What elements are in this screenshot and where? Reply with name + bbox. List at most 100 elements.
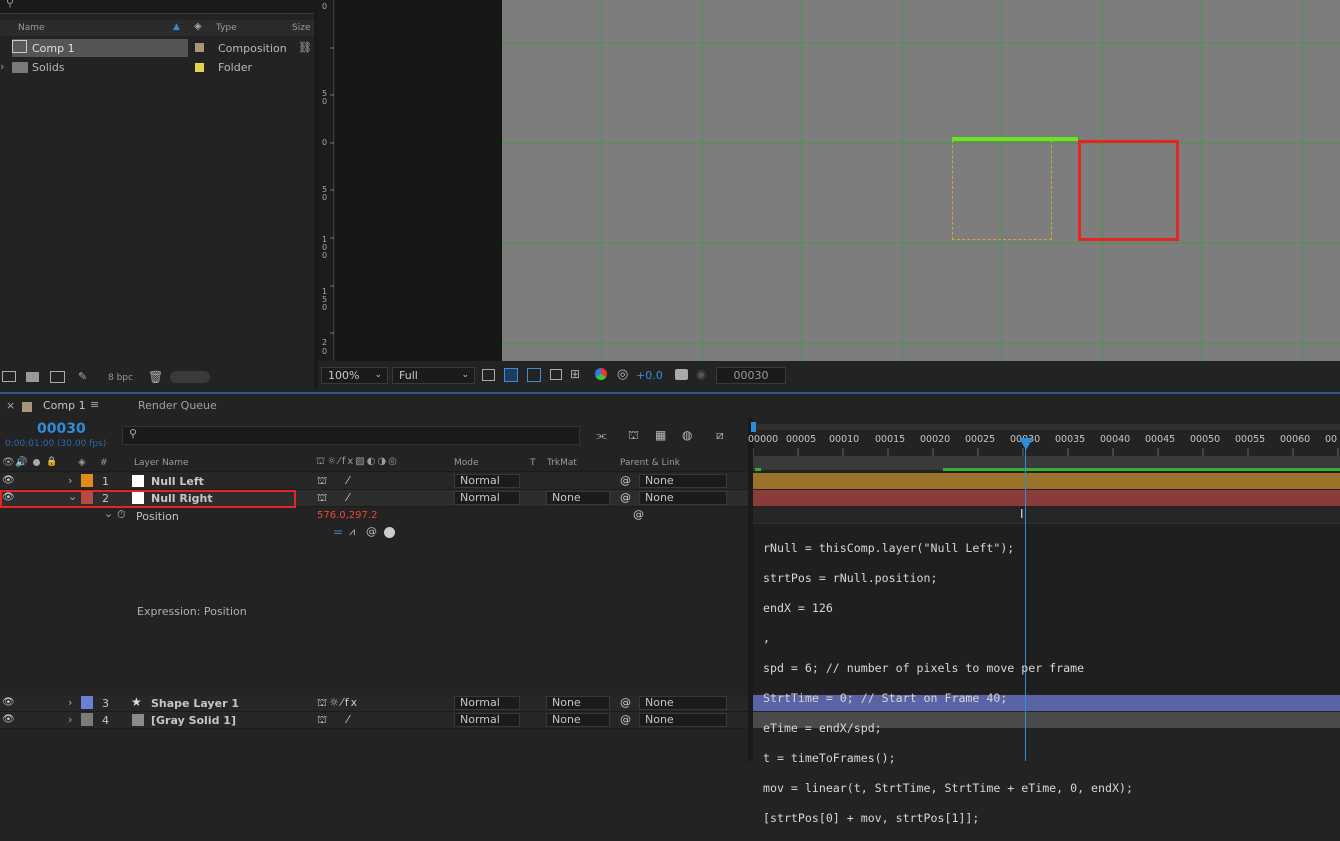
parent-dropdown[interactable]: None — [639, 696, 727, 710]
flowchart-icon[interactable]: ⛓ — [298, 41, 312, 54]
layer-bar-2[interactable] — [753, 490, 1340, 506]
visibility-eye-icon[interactable]: 👁 — [2, 475, 15, 486]
trash-icon[interactable]: 🗑 — [148, 370, 163, 384]
parent-pickwhip-icon[interactable]: @ — [620, 696, 631, 709]
project-item-folder[interactable]: › Solids Folder — [0, 58, 314, 77]
expand-chevron-icon[interactable]: › — [68, 474, 72, 487]
pickwhip-icon[interactable]: @ — [366, 525, 377, 538]
tab-comp-1[interactable]: Comp 1 — [43, 399, 86, 412]
label-tag-icon[interactable]: ◈ — [78, 457, 86, 468]
composition-canvas[interactable] — [502, 0, 1340, 361]
layer-row-3[interactable]: 👁 › 3 ★ Shape Layer 1 ⛫☼⁄fx Normal None … — [0, 695, 748, 712]
layer-row-2[interactable]: 👁 ⌄ 2 Null Right ⛫ ⁄ Normal None @ None — [0, 490, 748, 508]
current-frame-field[interactable]: 00030 — [716, 367, 786, 384]
fast-previews-icon[interactable] — [482, 369, 495, 381]
work-area-bar[interactable] — [753, 456, 1340, 471]
layer-search-input[interactable]: ⚲ — [122, 426, 580, 445]
layer-label-swatch[interactable] — [81, 491, 93, 504]
resolution-dropdown[interactable]: Full ⌄ — [392, 367, 475, 384]
col-mode[interactable]: Mode — [454, 458, 479, 468]
grid-guides-icon[interactable]: ⊞ — [570, 367, 580, 381]
layer-name[interactable]: [Gray Solid 1] — [151, 714, 236, 727]
layer-row-4[interactable]: 👁 › 4 [Gray Solid 1] ⛫ ⁄ Normal None @ N… — [0, 712, 748, 729]
mask-visibility-icon[interactable] — [527, 368, 541, 382]
quality-switch-icon[interactable]: ⁄ — [347, 474, 349, 487]
current-time-display[interactable]: 00030 — [37, 421, 86, 437]
quality-switch-icon[interactable]: ⁄ — [347, 491, 349, 504]
enable-expression-icon[interactable]: = — [333, 525, 343, 539]
col-t[interactable]: T — [530, 458, 536, 468]
null-right-bounds[interactable] — [1078, 140, 1179, 241]
property-value[interactable]: 576.0,297.2 — [317, 510, 377, 521]
mode-dropdown[interactable]: Normal — [454, 696, 520, 710]
expand-chevron-icon[interactable]: › — [68, 713, 72, 726]
audio-icon[interactable]: 🔊 — [15, 457, 27, 468]
collapse-chevron-icon[interactable]: ⌄ — [104, 507, 113, 520]
time-ruler[interactable]: 00000 00005 00010 00015 00020 00025 0003… — [748, 432, 1340, 456]
parent-dropdown[interactable]: None — [639, 474, 727, 488]
solo-icon[interactable] — [33, 459, 40, 466]
col-type[interactable]: Type — [216, 23, 237, 33]
col-hash[interactable]: # — [100, 458, 108, 468]
reset-exposure-icon[interactable]: ◎ — [617, 367, 628, 382]
visibility-eye-icon[interactable]: 👁 — [2, 492, 15, 503]
switches-icons[interactable]: ⛫☼⁄fx▨◐◑◎ — [316, 456, 399, 469]
trkmat-dropdown[interactable]: None — [546, 696, 610, 710]
playhead-handle[interactable] — [1019, 438, 1033, 450]
lock-icon[interactable]: 🔒 — [46, 457, 57, 467]
col-trkmat[interactable]: TrkMat — [547, 458, 577, 468]
bpc-label[interactable]: 8 bpc — [108, 373, 133, 383]
switches-icons[interactable]: ⛫☼⁄fx — [317, 696, 359, 711]
visibility-eye-icon[interactable]: 👁 — [2, 697, 15, 708]
trkmat-dropdown[interactable]: None — [546, 713, 610, 727]
chevron-right-icon[interactable]: › — [0, 60, 4, 73]
col-parent[interactable]: Parent & Link — [620, 458, 680, 468]
shy-switch-icon[interactable]: ⛫ — [317, 491, 327, 506]
show-snapshot-icon[interactable]: ◉ — [696, 367, 706, 381]
parent-pickwhip-icon[interactable]: @ — [620, 474, 631, 487]
video-eye-icon[interactable]: 👁 — [2, 457, 15, 468]
layer-name[interactable]: Null Right — [151, 492, 213, 505]
project-search-input[interactable]: ⚲ — [0, 0, 314, 14]
new-folder-icon[interactable] — [26, 372, 39, 382]
frame-blending-icon[interactable]: ▦ — [655, 428, 666, 442]
shy-switch-icon[interactable]: ⛫ — [317, 713, 327, 728]
parent-pickwhip-icon[interactable]: @ — [620, 713, 631, 726]
col-size[interactable]: Size — [292, 23, 310, 33]
sort-up-icon[interactable]: ▲ — [173, 22, 180, 32]
mode-dropdown[interactable]: Normal — [454, 491, 520, 505]
shy-switch-icon[interactable]: ⛫ — [317, 474, 327, 489]
project-scrollbar[interactable] — [170, 371, 210, 383]
collapse-chevron-icon[interactable]: ⌄ — [68, 490, 77, 503]
project-item-comp[interactable]: Comp 1 Composition ⛓ — [0, 39, 314, 58]
interpret-footage-icon[interactable] — [2, 371, 16, 382]
layer-name[interactable]: Shape Layer 1 — [151, 697, 239, 710]
layer-row-1[interactable]: 👁 › 1 Null Left ⛫ ⁄ Normal @ None — [0, 473, 748, 490]
close-icon[interactable]: × — [6, 399, 15, 412]
layer-label-swatch[interactable] — [81, 696, 93, 709]
expression-code[interactable]: rNull = thisComp.layer("Null Left"); str… — [763, 526, 1133, 841]
layer-name[interactable]: Null Left — [151, 475, 204, 488]
channel-rgb-icon[interactable] — [595, 368, 607, 380]
col-layer-name[interactable]: Layer Name — [134, 458, 189, 468]
time-navigator[interactable] — [751, 422, 1340, 432]
new-composition-icon[interactable] — [50, 371, 65, 383]
adjust-settings-icon[interactable]: ✎ — [78, 370, 87, 383]
tab-menu-icon[interactable]: ≡ — [90, 398, 99, 411]
motion-blur-icon[interactable]: ◍ — [682, 428, 692, 442]
parent-pickwhip-icon[interactable]: @ — [620, 491, 631, 504]
exposure-value[interactable]: +0.0 — [636, 369, 663, 382]
language-menu-icon[interactable] — [384, 527, 395, 538]
mode-dropdown[interactable]: Normal — [454, 713, 520, 727]
zoom-dropdown[interactable]: 100% ⌄ — [321, 367, 388, 384]
property-row-position[interactable]: ⌄ ⏱ Position 576.0,297.2 @ — [0, 507, 748, 524]
trkmat-dropdown[interactable]: None — [546, 491, 610, 505]
layer-label-swatch[interactable] — [81, 474, 93, 487]
parent-dropdown[interactable]: None — [639, 491, 727, 505]
layer-label-swatch[interactable] — [81, 713, 93, 726]
tab-render-queue[interactable]: Render Queue — [138, 399, 217, 412]
visibility-eye-icon[interactable]: 👁 — [2, 714, 15, 725]
graph-icon[interactable]: ⩘ — [349, 525, 355, 539]
label-tag-icon[interactable]: ◈ — [194, 21, 202, 32]
draft-3d-icon[interactable]: ⛫ — [628, 428, 639, 444]
